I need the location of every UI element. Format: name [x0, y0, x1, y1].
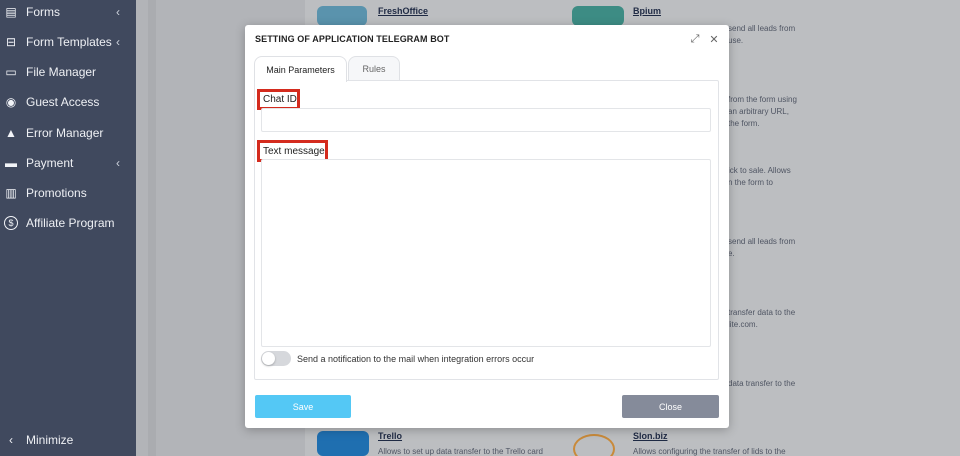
chevron-left-icon: ‹ — [116, 156, 120, 170]
guest-access-icon: ◉ — [5, 95, 17, 109]
text-message-textarea[interactable] — [261, 159, 711, 347]
integration-description: Allows to set up data transfer to the Tr… — [378, 447, 543, 456]
integration-description: an arbitrary URL, — [728, 107, 789, 116]
payment-icon: ▬ — [5, 156, 17, 170]
integration-title[interactable]: Bpium — [633, 6, 661, 16]
chat-id-label: Chat ID — [257, 89, 300, 110]
integration-description: use. — [728, 36, 744, 45]
notification-toggle-label: Send a notification to the mail when int… — [297, 354, 535, 364]
sidebar-item-label: Forms — [26, 5, 60, 19]
promotions-icon: ▥ — [5, 186, 17, 200]
trello-logo — [317, 431, 369, 456]
integration-description: ick to sale. Allows — [728, 166, 791, 175]
sidebar-item-label: Payment — [26, 156, 74, 170]
sidebar-item-label: File Manager — [26, 65, 97, 79]
expand-icon[interactable]: ⤢ — [689, 33, 701, 45]
save-button[interactable]: Save — [255, 395, 351, 418]
tab-rules[interactable]: Rules — [348, 56, 400, 81]
chevron-left-icon: ‹ — [116, 35, 120, 49]
tab-main-parameters[interactable]: Main Parameters — [254, 56, 347, 82]
notification-toggle[interactable] — [261, 351, 291, 366]
integration-description: from the form using — [728, 95, 797, 104]
chat-id-input[interactable] — [261, 108, 711, 132]
sidebar-item-label: Guest Access — [26, 95, 100, 109]
close-icon[interactable]: ✕ — [708, 33, 720, 46]
toggle-knob — [262, 352, 275, 365]
close-button[interactable]: Close — [622, 395, 719, 418]
integration-description: e. — [728, 249, 735, 258]
integration-description: send all leads from — [728, 237, 796, 246]
sidebar: ▤ Forms ‹ ⊟ Form Templates ‹ ▭ File Mana… — [0, 0, 136, 456]
content-gutter — [148, 0, 156, 456]
sidebar-item-payment[interactable]: ▬ Payment ‹ — [0, 151, 136, 175]
minimize-label: Minimize — [26, 433, 74, 447]
sidebar-item-form-templates[interactable]: ⊟ Form Templates ‹ — [0, 30, 136, 54]
forms-icon: ▤ — [5, 5, 17, 19]
integration-description: n the form to — [728, 178, 773, 187]
sidebar-item-label: Form Templates — [26, 35, 112, 49]
sidebar-item-guest-access[interactable]: ◉ Guest Access — [0, 90, 136, 114]
telegram-bot-settings-dialog: SETTING OF APPLICATION TELEGRAM BOT ⤢ ✕ … — [245, 25, 729, 428]
form-templates-icon: ⊟ — [5, 35, 17, 49]
integration-description: send all leads from — [728, 24, 796, 33]
sidebar-item-label: Error Manager — [26, 126, 104, 140]
affiliate-program-icon: $ — [4, 216, 18, 230]
sidebar-item-error-manager[interactable]: ▲ Error Manager — [0, 121, 136, 145]
sidebar-item-affiliate-program[interactable]: $ Affiliate Program — [0, 211, 136, 235]
integration-description: lite.com. — [728, 320, 758, 329]
integration-description: transfer data to the — [728, 308, 796, 317]
freshoffice-logo — [317, 6, 367, 26]
error-manager-icon: ▲ — [5, 126, 17, 140]
sidebar-item-label: Promotions — [26, 186, 87, 200]
dialog-title: SETTING OF APPLICATION TELEGRAM BOT — [255, 34, 450, 44]
integration-title[interactable]: FreshOffice — [378, 6, 428, 16]
integration-description: data transfer to the — [728, 379, 796, 388]
integration-title[interactable]: Slon.biz — [633, 431, 668, 441]
sidebar-item-promotions[interactable]: ▥ Promotions — [0, 181, 136, 205]
integration-description: Allows configuring the transfer of lids … — [633, 447, 786, 456]
sidebar-item-file-manager[interactable]: ▭ File Manager — [0, 60, 136, 84]
tab-content: Chat ID Text message — [254, 80, 719, 380]
minimize-button[interactable]: ‹ Minimize — [0, 430, 136, 450]
sidebar-item-forms[interactable]: ▤ Forms ‹ — [0, 0, 136, 24]
file-manager-icon: ▭ — [5, 65, 17, 79]
chevron-left-icon: ‹ — [9, 433, 13, 447]
sidebar-item-label: Affiliate Program — [26, 216, 115, 230]
integration-title[interactable]: Trello — [378, 431, 402, 441]
integration-description: the form. — [728, 119, 760, 128]
slon-biz-logo — [573, 434, 615, 456]
bpium-logo — [572, 6, 624, 26]
chevron-left-icon: ‹ — [116, 5, 120, 19]
